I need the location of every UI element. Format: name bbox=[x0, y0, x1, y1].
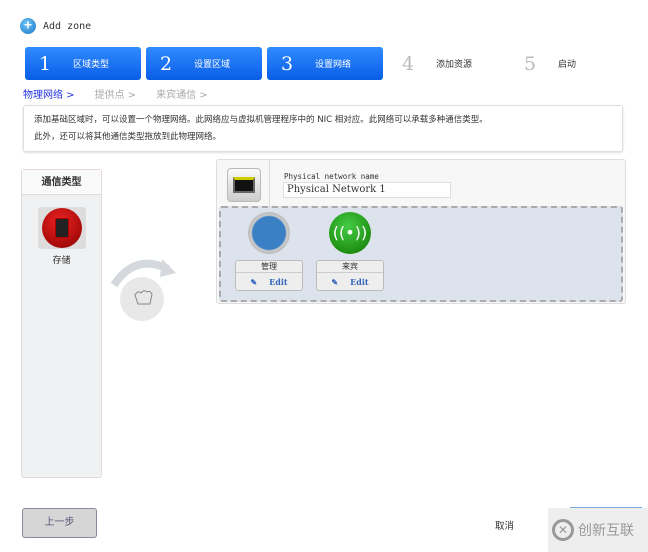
traffic-type-panel: 通信类型 存储 bbox=[21, 169, 102, 478]
sub-steps: 物理网络 > 提供点 > 来宾通信 > bbox=[23, 86, 208, 101]
traffic-management: 管理 ✎ Edit bbox=[235, 212, 303, 291]
traffic-label: 来宾 bbox=[317, 261, 383, 273]
storage-icon bbox=[41, 208, 82, 248]
edit-label: Edit bbox=[269, 276, 288, 287]
step-label: 设置网络 bbox=[315, 60, 352, 70]
step-1: 1 区域类型 bbox=[25, 47, 141, 80]
description-line: 添加基础区域时，可以设置一个物理网络。此网络应与虚拟机管理程序中的 NIC 相对… bbox=[34, 115, 488, 125]
traffic-guest: ((•)) 来宾 ✎ Edit bbox=[316, 212, 384, 291]
ethernet-icon bbox=[227, 168, 261, 202]
substep-pod[interactable]: 提供点 > bbox=[95, 86, 137, 101]
edit-icon: ✎ bbox=[331, 276, 339, 287]
title-text: Add zone bbox=[43, 20, 92, 32]
cancel-button[interactable]: 取消 bbox=[495, 518, 514, 532]
network-name-input[interactable]: Physical Network 1 bbox=[283, 182, 451, 198]
management-icon bbox=[248, 212, 290, 254]
step-5: 5 启动 bbox=[510, 47, 626, 80]
step-label: 区域类型 bbox=[73, 60, 110, 70]
drag-hint-icon bbox=[110, 259, 176, 321]
step-number: 2 bbox=[159, 52, 173, 75]
step-3: 3 设置网络 bbox=[267, 47, 383, 80]
step-2: 2 设置区域 bbox=[146, 47, 262, 80]
substep-physical-network[interactable]: 物理网络 > bbox=[23, 86, 75, 101]
substep-guest-traffic[interactable]: 来宾通信 > bbox=[156, 86, 208, 101]
edit-label: Edit bbox=[350, 276, 369, 287]
step-4: 4 添加资源 bbox=[388, 47, 504, 80]
description-line: 此外，还可以将其他通信类型拖放到此物理网络。 bbox=[34, 132, 222, 142]
network-name-label: Physical network name bbox=[284, 172, 379, 181]
edit-icon: ✎ bbox=[250, 276, 258, 287]
storage-traffic-draggable[interactable] bbox=[37, 207, 86, 249]
dialog-title: + Add zone bbox=[20, 18, 91, 34]
previous-button[interactable]: 上一步 bbox=[22, 508, 97, 538]
step-label: 添加资源 bbox=[436, 60, 473, 70]
step-label: 设置区域 bbox=[194, 60, 231, 70]
edit-guest-button[interactable]: ✎ Edit bbox=[317, 273, 383, 290]
guest-wireless-icon: ((•)) bbox=[329, 212, 371, 254]
watermark-logo: ✕ 创新互联 bbox=[548, 508, 648, 552]
panel-title: 通信类型 bbox=[22, 170, 101, 195]
step-number: 3 bbox=[280, 52, 294, 75]
step-number: 4 bbox=[401, 52, 415, 75]
step-label: 启动 bbox=[558, 60, 577, 70]
step-number: 1 bbox=[38, 52, 52, 75]
description-box: 添加基础区域时，可以设置一个物理网络。此网络应与虚拟机管理程序中的 NIC 相对… bbox=[23, 105, 623, 152]
physical-network-panel: Physical network name Physical Network 1… bbox=[216, 159, 626, 304]
step-number: 5 bbox=[523, 52, 537, 75]
edit-management-button[interactable]: ✎ Edit bbox=[236, 273, 302, 290]
traffic-label: 管理 bbox=[236, 261, 302, 273]
traffic-drop-zone[interactable]: 管理 ✎ Edit ((•)) 来宾 ✎ Edit bbox=[219, 206, 623, 302]
add-icon: + bbox=[20, 18, 36, 34]
storage-label: 存储 bbox=[52, 256, 71, 266]
